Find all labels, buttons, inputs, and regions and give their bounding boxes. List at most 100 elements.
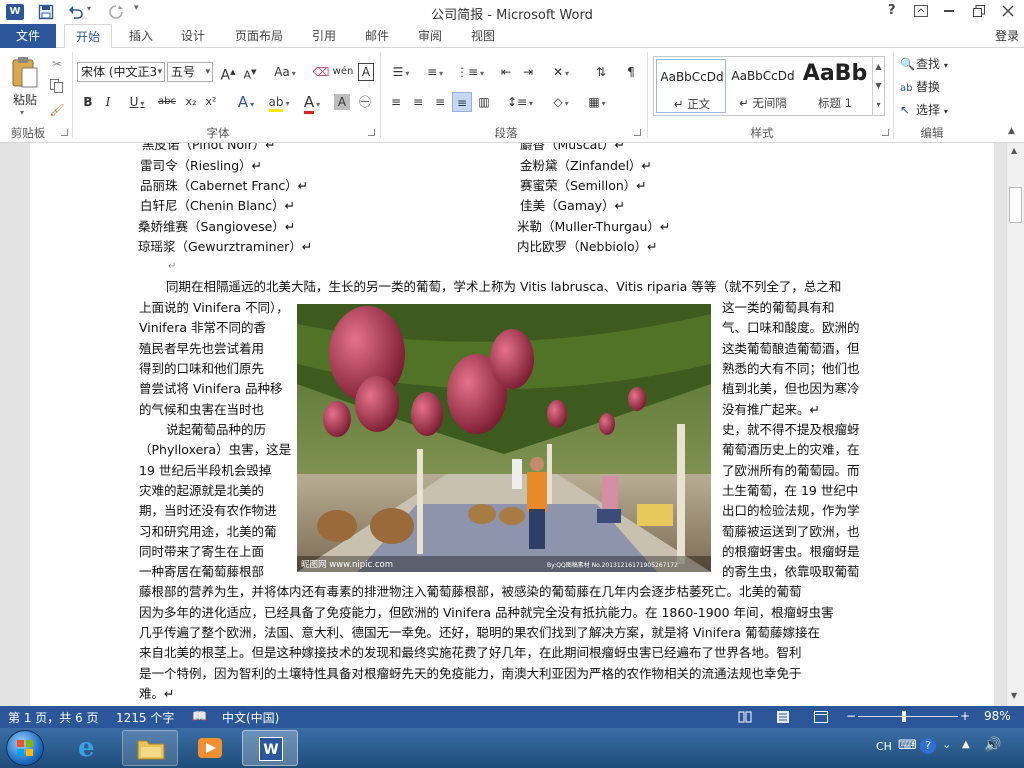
line-spacing-icon[interactable]: ↕≡: [504, 92, 536, 112]
superscript-button[interactable]: x²: [202, 92, 220, 112]
scroll-thumb[interactable]: [1009, 187, 1022, 223]
page-indicator[interactable]: 第 1 页，共 6 页: [8, 709, 99, 726]
explorer-taskbar-button[interactable]: [122, 730, 178, 766]
tab-home[interactable]: 开始: [64, 24, 112, 49]
bullets-icon[interactable]: ☰: [386, 62, 416, 82]
ime-indicator[interactable]: CH: [876, 740, 892, 753]
numbering-icon[interactable]: ≡: [420, 62, 450, 82]
help-icon[interactable]: ?: [888, 3, 896, 18]
zoom-slider[interactable]: [858, 716, 958, 717]
font-name-combo[interactable]: 宋体 (中文正3 ▾: [77, 62, 165, 82]
style-no-spacing[interactable]: AaBbCcDd ↵ 无间隔: [728, 59, 798, 113]
align-right-icon[interactable]: ≡: [430, 92, 450, 112]
style-heading-1[interactable]: AaBb 标题 1: [800, 59, 870, 113]
paste-icon[interactable]: [10, 56, 40, 90]
phonetic-guide-icon[interactable]: wén: [332, 62, 354, 82]
strikethrough-button[interactable]: abc: [156, 92, 178, 112]
distributed-icon[interactable]: ▥: [474, 92, 494, 112]
decrease-indent-icon[interactable]: ⇤: [496, 62, 516, 82]
shading-icon[interactable]: ◇: [546, 92, 576, 112]
chinese-layout-icon[interactable]: ✕: [546, 62, 576, 82]
undo-icon[interactable]: [68, 4, 84, 20]
keyboard-icon[interactable]: ⌨: [898, 738, 917, 753]
tab-insert[interactable]: 插入: [120, 24, 162, 48]
chevron-down-icon[interactable]: ▾: [157, 63, 162, 81]
zoom-in-button[interactable]: +: [960, 709, 970, 723]
tab-review[interactable]: 审阅: [409, 24, 451, 48]
tab-design[interactable]: 设计: [172, 24, 214, 48]
increase-indent-icon[interactable]: ⇥: [518, 62, 538, 82]
paste-button[interactable]: 粘贴: [8, 90, 42, 110]
italic-button[interactable]: I: [100, 92, 116, 112]
char-shading-icon[interactable]: A: [334, 94, 350, 110]
highlight-color-icon[interactable]: ab: [264, 92, 294, 112]
word-app-icon[interactable]: W: [6, 4, 24, 20]
scroll-down-icon[interactable]: ▼: [1011, 691, 1017, 700]
paste-dropdown-icon[interactable]: ▾: [20, 108, 24, 117]
volume-icon[interactable]: 🔊: [984, 737, 1001, 753]
tray-overflow-icon[interactable]: ⌄: [942, 738, 951, 751]
read-mode-icon[interactable]: [738, 711, 752, 723]
tab-page-layout[interactable]: 页面布局: [228, 24, 290, 48]
tab-mailings[interactable]: 邮件: [356, 24, 398, 48]
format-painter-icon[interactable]: 🖌: [48, 100, 66, 120]
media-player-taskbar-button[interactable]: [182, 730, 238, 766]
clear-format-icon[interactable]: ⌫: [312, 62, 330, 82]
document-page[interactable]: 黑皮诺（Pinot Noir）↵ 麝香（Muscat）↵ 雷司令（Rieslin…: [30, 143, 994, 706]
cut-icon[interactable]: ✂: [48, 54, 66, 74]
change-case-button[interactable]: Aa: [268, 62, 302, 82]
grow-font-icon[interactable]: A▲: [218, 62, 238, 84]
language-indicator[interactable]: 中文(中国): [222, 709, 279, 726]
save-icon[interactable]: [38, 4, 54, 20]
web-layout-icon[interactable]: [814, 711, 828, 723]
sort-icon[interactable]: ⇅: [590, 62, 612, 82]
scroll-up-icon[interactable]: ▲: [1011, 146, 1017, 155]
justify-icon[interactable]: ≡: [452, 92, 472, 112]
tab-references[interactable]: 引用: [303, 24, 345, 48]
restore-icon[interactable]: [973, 5, 985, 17]
copy-icon[interactable]: [50, 79, 64, 93]
zoom-level[interactable]: 98%: [984, 709, 1011, 723]
tab-view[interactable]: 视图: [462, 24, 504, 48]
show-hidden-icons[interactable]: ▲: [962, 739, 970, 750]
font-dialog-launcher[interactable]: [368, 129, 375, 136]
undo-dropdown-icon[interactable]: ▾: [87, 4, 91, 13]
styles-scroll[interactable]: ▲ ▼ ▾: [872, 57, 884, 115]
tab-file[interactable]: 文件: [0, 24, 56, 48]
char-border-icon[interactable]: A: [358, 63, 374, 81]
font-color-icon[interactable]: A: [298, 92, 326, 114]
enclose-char-icon[interactable]: ㊀: [356, 92, 374, 112]
text-effects-icon[interactable]: A: [232, 92, 260, 112]
signin-link[interactable]: 登录: [990, 24, 1024, 48]
align-center-icon[interactable]: ≡: [408, 92, 428, 112]
close-icon[interactable]: [1002, 5, 1014, 17]
subscript-button[interactable]: x₂: [182, 92, 200, 112]
word-taskbar-button[interactable]: W: [242, 730, 298, 766]
print-layout-icon[interactable]: [776, 710, 790, 724]
customize-qat-icon[interactable]: ▾: [134, 3, 139, 13]
borders-icon[interactable]: ▦: [582, 92, 612, 112]
start-button[interactable]: [6, 730, 44, 766]
font-size-combo[interactable]: 五号 ▾: [167, 62, 213, 82]
vineyard-photo[interactable]: 昵图网 www.nipic.com By:QQ图稿素材 No.201312161…: [297, 304, 711, 572]
find-button[interactable]: 🔍查找 ▾: [900, 54, 948, 74]
redo-icon[interactable]: [108, 4, 124, 20]
select-button[interactable]: ↖ 选择 ▾: [900, 100, 948, 120]
styles-dialog-launcher[interactable]: [882, 129, 889, 136]
shrink-font-icon[interactable]: A▼: [240, 62, 260, 82]
align-left-icon[interactable]: ≡: [386, 92, 406, 112]
multilevel-list-icon[interactable]: ⋮≡: [454, 62, 486, 82]
chevron-down-icon[interactable]: ▾: [205, 63, 210, 81]
ie-taskbar-button[interactable]: e: [64, 730, 120, 766]
ribbon-display-options-icon[interactable]: [914, 5, 928, 17]
replace-button[interactable]: ab 替换: [900, 77, 940, 97]
clipboard-dialog-launcher[interactable]: [61, 129, 68, 136]
minimize-icon[interactable]: [944, 10, 954, 12]
word-count[interactable]: 1215 个字: [116, 709, 174, 726]
vertical-scrollbar[interactable]: ▲ ▼: [1006, 143, 1024, 706]
paragraph-dialog-launcher[interactable]: [634, 129, 641, 136]
zoom-slider-thumb[interactable]: [902, 711, 906, 722]
bold-button[interactable]: B: [80, 92, 96, 112]
proofing-icon[interactable]: 📖: [192, 709, 207, 723]
underline-button[interactable]: U: [122, 92, 152, 112]
